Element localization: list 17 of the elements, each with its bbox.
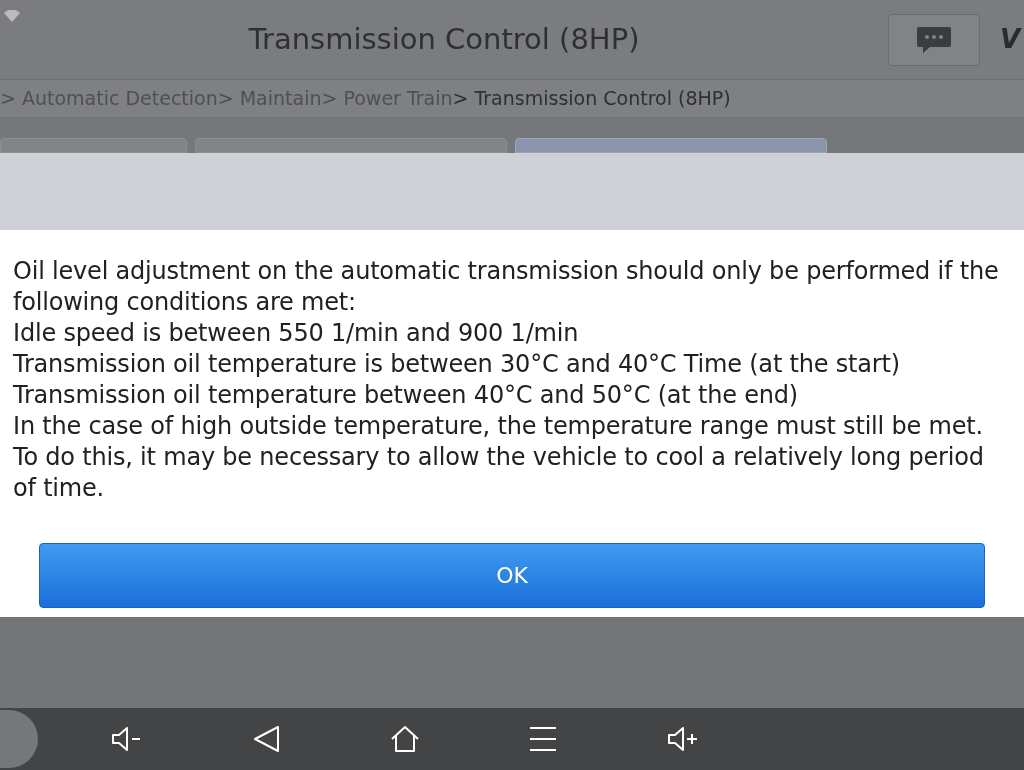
home-icon[interactable] <box>390 724 420 754</box>
ok-button[interactable]: OK <box>39 543 985 608</box>
breadcrumb-item: > Transmission Control (8HP) <box>452 86 731 112</box>
message-button[interactable] <box>888 13 980 66</box>
dialog-text: Transmission oil temperature between 40°C and 50°C (at the end) <box>13 380 799 411</box>
menu-icon[interactable] <box>528 725 558 753</box>
brand-logo: V <box>1000 23 1023 56</box>
dialog-text: Transmission oil temperature is between 30°C and 40°C Time (at the start) <box>13 349 901 380</box>
volume-up-icon[interactable] <box>666 725 700 753</box>
dialog-text: Oil level adjustment on the automatic transmission should only be performed if the following conditions are met: <box>13 256 1000 318</box>
dialog-text: Idle speed is between 550 1/min and 900 1/min <box>13 318 580 349</box>
dialog-text: In the case of high outside temperature, the temperature range must still be met. <box>13 411 984 442</box>
dialog-text: To do this, it may be necessary to allow the vehicle to cool a relatively long period of time. <box>13 442 985 504</box>
chat-icon <box>916 24 952 55</box>
wifi-icon <box>4 10 20 22</box>
back-icon[interactable] <box>252 724 282 754</box>
screen-title: Transmission Control (8HP) <box>247 20 641 58</box>
